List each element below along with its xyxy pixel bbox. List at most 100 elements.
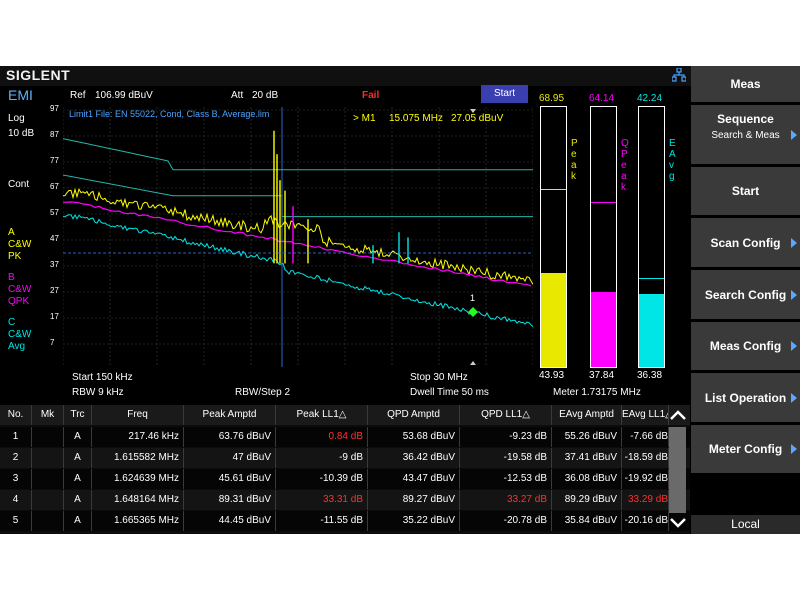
- trace-b-type: QPK: [8, 296, 30, 307]
- table-row[interactable]: 2 A 1.615582 MHz 47 dBuV -9 dB 36.42 dBuV -19.…: [0, 448, 690, 468]
- table-scrollbar[interactable]: [669, 427, 686, 513]
- column-header[interactable]: Peak LL1△: [276, 405, 368, 425]
- table-cell-eavg: 37.41 dBuV: [552, 448, 622, 468]
- trace-b-quasi-peak: [63, 201, 532, 287]
- column-header[interactable]: No.: [0, 405, 32, 425]
- trace-b-letter: B: [8, 272, 15, 283]
- meter-qpeak-value: 37.84: [589, 370, 615, 381]
- menu-item-label: Start: [731, 184, 760, 198]
- menu-item-label: Meas: [730, 77, 761, 91]
- start-frequency[interactable]: Start 150 kHz: [72, 372, 133, 383]
- table-cell-no: 3: [0, 469, 32, 489]
- table-cell-peak-ll: -10.39 dB: [276, 469, 368, 489]
- menu-scan-config[interactable]: Scan Config: [691, 218, 800, 267]
- rbw-step-setting[interactable]: RBW/Step 2: [235, 387, 290, 398]
- stop-frequency[interactable]: Stop 30 MHz: [410, 372, 468, 383]
- table-cell-trc: A: [64, 427, 92, 447]
- table-row[interactable]: 4 A 1.648164 MHz 89.31 dBuV 33.31 dB 89.27 dB…: [0, 490, 690, 510]
- menu-sequence[interactable]: Sequence Search & Meas: [691, 105, 800, 164]
- table-cell-freq: 217.46 kHz: [92, 427, 184, 447]
- table-cell-qpd: 36.42 dBuV: [368, 448, 460, 468]
- menu-search-config[interactable]: Search Config: [691, 270, 800, 319]
- table-row[interactable]: 3 A 1.624639 MHz 45.61 dBuV -10.39 dB 43.47 d…: [0, 469, 690, 489]
- table-cell-qpd-ll: -12.53 dB: [460, 469, 552, 489]
- table-row[interactable]: 5 A 1.665365 MHz 44.45 dBuV -11.55 dB 35.22 d…: [0, 511, 690, 531]
- table-cell-eavg: 55.26 dBuV: [552, 427, 622, 447]
- table-cell-eavg: 36.08 dBuV: [552, 469, 622, 489]
- siglent-logo: SIGLENT: [6, 67, 71, 83]
- column-header[interactable]: EAvg LL1△: [622, 405, 669, 425]
- scroll-down-icon[interactable]: [668, 516, 688, 530]
- trace-c-type: Avg: [8, 341, 26, 352]
- table-cell-no: 4: [0, 490, 32, 510]
- menu-start[interactable]: Start: [691, 167, 800, 215]
- rbw-setting[interactable]: RBW 9 kHz: [72, 387, 124, 398]
- column-header[interactable]: QPD LL1△: [460, 405, 552, 425]
- ref-value[interactable]: 106.99 dBuV: [95, 90, 153, 101]
- spectrum-plot[interactable]: 1 Limit1 File: EN 55022, Cond, Class B, …: [63, 107, 533, 367]
- scroll-up-icon[interactable]: [668, 408, 688, 422]
- network-icon[interactable]: [672, 68, 686, 82]
- table-row[interactable]: 1 A 217.46 kHz 63.76 dBuV 0.84 dB 53.68 dBuV -…: [0, 427, 690, 447]
- table-cell-qpd-ll: -9.23 dB: [460, 427, 552, 447]
- meter-peak-label: Peak: [571, 138, 578, 182]
- analyzer-screen: SIGLENT EMI Log 10 dB Cont A C&W PK B C&…: [0, 66, 800, 534]
- trace-a-letter: A: [8, 227, 15, 238]
- menu-list-operation[interactable]: List Operation: [691, 373, 800, 422]
- table-cell-mk: [32, 490, 64, 510]
- column-header[interactable]: QPD Amptd: [368, 405, 460, 425]
- scale-per-div: 10 dB: [8, 128, 35, 139]
- menu-meas-config[interactable]: Meas Config: [691, 322, 800, 370]
- menu-meter-config[interactable]: Meter Config: [691, 425, 800, 473]
- meter-qpeak-top-value: 64.14: [589, 93, 615, 104]
- table-cell-freq: 1.665365 MHz: [92, 511, 184, 531]
- column-header[interactable]: Mk: [32, 405, 64, 425]
- menu-meas[interactable]: Meas: [691, 66, 800, 102]
- table-header: No. Mk Trc Freq Peak Amptd Peak LL1△ QPD Amptd…: [0, 405, 690, 425]
- column-header[interactable]: Freq: [92, 405, 184, 425]
- meter-eavg-top-value: 42.24: [637, 93, 663, 104]
- menu-item-label: Meter Config: [708, 442, 783, 456]
- meter-eavg-label: EAvg: [669, 138, 676, 182]
- meter-limit-mark: [541, 189, 566, 191]
- trace-b-detector: C&W: [8, 284, 32, 295]
- table-cell-eavg-ll: -19.92 dB: [622, 469, 669, 489]
- marker-readout-level: 27.05 dBuV: [451, 113, 504, 124]
- local-button[interactable]: Local: [691, 515, 800, 534]
- meter-frequency[interactable]: Meter 1.73175 MHz: [553, 387, 641, 398]
- menu-item-label: Meas Config: [709, 339, 782, 353]
- table-cell-mk: [32, 469, 64, 489]
- table-cell-mk: [32, 427, 64, 447]
- chevron-right-icon: [791, 129, 797, 140]
- meter-peak-value: 43.93: [539, 370, 565, 381]
- start-button[interactable]: Start: [481, 85, 528, 103]
- table-cell-qpd: 35.22 dBuV: [368, 511, 460, 531]
- meter-qpeak-bar: [590, 106, 617, 368]
- column-header[interactable]: EAvg Amptd: [552, 405, 622, 425]
- table-cell-trc: A: [64, 448, 92, 468]
- dwell-time-setting[interactable]: Dwell Time 50 ms: [410, 387, 489, 398]
- table-cell-peak: 45.61 dBuV: [184, 469, 276, 489]
- meter-eavg-value: 36.38: [637, 370, 663, 381]
- table-cell-qpd: 89.27 dBuV: [368, 490, 460, 510]
- meter-peak-bar: [540, 106, 567, 368]
- limit-file-label: Limit1 File: EN 55022, Cond, Class B, Av…: [69, 109, 269, 119]
- table-cell-trc: A: [64, 511, 92, 531]
- chevron-right-icon: [791, 289, 797, 300]
- table-cell-mk: [32, 511, 64, 531]
- brand-bar: SIGLENT: [0, 66, 691, 86]
- menu-item-label: List Operation: [704, 390, 787, 405]
- column-header[interactable]: Peak Amptd: [184, 405, 276, 425]
- trace-c-letter: C: [8, 317, 16, 328]
- table-cell-eavg: 35.84 dBuV: [552, 511, 622, 531]
- column-header[interactable]: Trc: [64, 405, 92, 425]
- marker-1-number: 1: [470, 293, 475, 303]
- table-cell-qpd: 43.47 dBuV: [368, 469, 460, 489]
- meter-limit-mark: [639, 277, 664, 279]
- table-cell-no: 2: [0, 448, 32, 468]
- status-fail: Fail: [362, 90, 380, 101]
- att-value[interactable]: 20 dB: [252, 90, 278, 101]
- marker-readout-freq: 15.075 MHz: [389, 113, 443, 124]
- table-cell-eavg-ll: 33.29 dB: [622, 490, 669, 510]
- menu-item-label: Search Config: [704, 287, 787, 302]
